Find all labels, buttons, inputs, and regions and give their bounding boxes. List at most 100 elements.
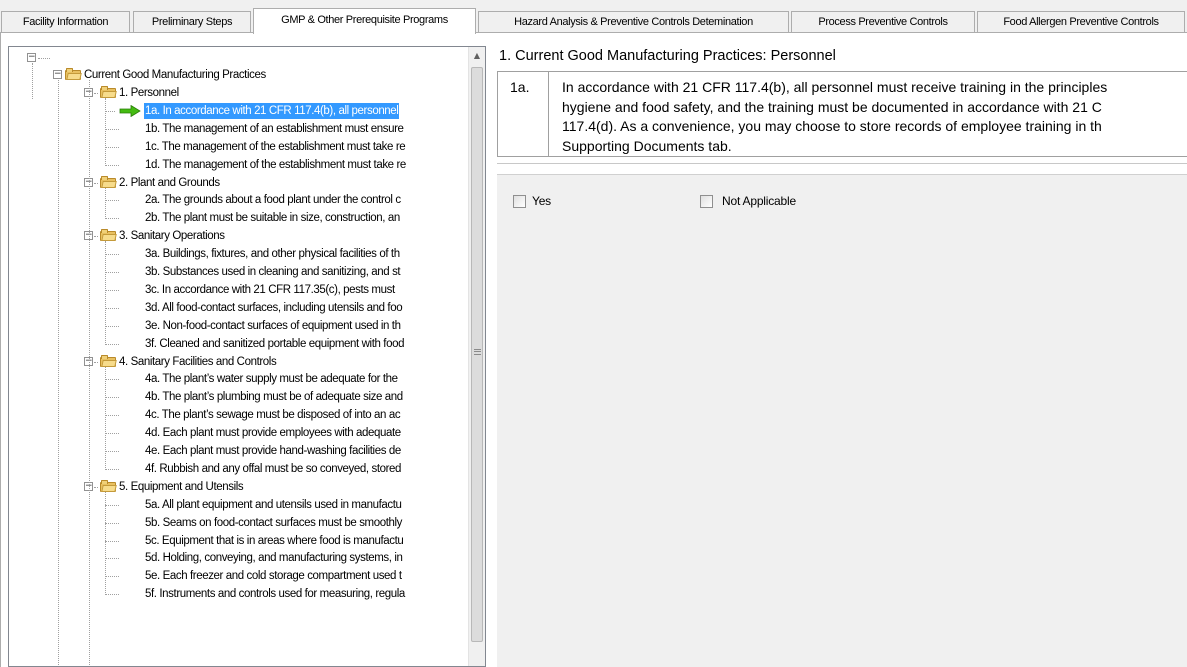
yes-label[interactable]: Yes bbox=[532, 194, 551, 208]
green-arrow-icon bbox=[119, 104, 141, 117]
scrollbar-thumb[interactable] bbox=[471, 67, 483, 642]
tree-line bbox=[105, 522, 119, 524]
folder-open-icon bbox=[100, 354, 117, 367]
tree-group-label[interactable]: 2. Plant and Grounds bbox=[119, 175, 220, 191]
question-text-line: Supporting Documents tab. bbox=[562, 137, 732, 154]
tree-item[interactable]: 1d. The management of the establishment … bbox=[145, 157, 406, 173]
tree-item[interactable]: 4f. Rubbish and any offal must be so con… bbox=[145, 461, 401, 477]
tree-item[interactable]: 3b. Substances used in cleaning and sani… bbox=[145, 264, 401, 280]
tree-group-label[interactable]: 1. Personnel bbox=[119, 85, 179, 101]
tree-line bbox=[105, 128, 119, 130]
tree-item[interactable]: 3c. In accordance with 21 CFR 117.35(c),… bbox=[145, 282, 395, 298]
tree-item[interactable]: 5d. Holding, conveying, and manufacturin… bbox=[145, 550, 403, 566]
tree-line bbox=[105, 241, 106, 345]
tree-line bbox=[105, 415, 119, 417]
tree-line bbox=[105, 468, 119, 470]
tree-line bbox=[105, 164, 119, 166]
tree-line bbox=[105, 504, 119, 506]
tree-item[interactable]: 3d. All food-contact surfaces, including… bbox=[145, 300, 403, 316]
tree-group-label[interactable]: 4. Sanitary Facilities and Controls bbox=[119, 354, 277, 370]
tree-line bbox=[105, 98, 106, 166]
tree-item[interactable]: 5f. Instruments and controls used for me… bbox=[145, 586, 405, 602]
tree-line bbox=[105, 218, 119, 220]
tree-line bbox=[105, 272, 119, 273]
scrollbar-grip-icon bbox=[474, 349, 481, 355]
tree-line bbox=[105, 146, 119, 148]
tree-item[interactable]: 4c. The plant’s sewage must be disposed … bbox=[145, 407, 401, 423]
tree-line bbox=[94, 361, 98, 363]
tree-line bbox=[105, 594, 119, 596]
tree-line bbox=[94, 93, 98, 94]
tab-hazard-analysis[interactable]: Hazard Analysis & Preventive Controls De… bbox=[478, 11, 789, 33]
tree-item[interactable]: 1c. The management of the establishment … bbox=[145, 139, 406, 155]
requirements-tree[interactable]: − − Current Good Manufacturing Practices −1… bbox=[8, 46, 486, 667]
tree-item[interactable]: 2a. The grounds about a food plant under… bbox=[145, 192, 401, 208]
tree-item[interactable]: 2b. The plant must be suitable in size, … bbox=[145, 210, 400, 226]
tree-item[interactable]: 4d. Each plant must provide employees wi… bbox=[145, 425, 401, 441]
tree-item[interactable]: 5c. Equipment that is in areas where foo… bbox=[145, 533, 404, 549]
tree-item[interactable]: 3a. Buildings, fixtures, and other physi… bbox=[145, 246, 400, 262]
tree-group-label[interactable]: 5. Equipment and Utensils bbox=[119, 479, 244, 495]
tree-line bbox=[38, 58, 50, 59]
category-collapse-icon[interactable]: − bbox=[53, 70, 62, 79]
folder-open-icon bbox=[100, 86, 117, 98]
tree-line bbox=[105, 343, 119, 345]
root-collapse-icon[interactable]: − bbox=[27, 53, 36, 62]
question-text-line: 117.4(d). As a convenience, you may choo… bbox=[562, 118, 1102, 134]
section-title: 1. Current Good Manufacturing Practices:… bbox=[499, 48, 836, 64]
tree-line bbox=[105, 397, 119, 399]
tree-line bbox=[105, 379, 119, 381]
tree-item-selected[interactable]: 1a. In accordance with 21 CFR 117.4(b), … bbox=[144, 102, 400, 119]
tree-line bbox=[94, 182, 98, 184]
tree-item[interactable]: 4e. Each plant must provide hand-washing… bbox=[145, 443, 401, 459]
tree-line bbox=[105, 451, 119, 452]
folder-open-icon bbox=[100, 479, 117, 492]
tree-line bbox=[32, 63, 33, 99]
question-text: In accordance with 21 CFR 117.4(b), all … bbox=[562, 78, 1187, 156]
tree-item[interactable]: 5e. Each freezer and cold storage compar… bbox=[145, 568, 402, 584]
tree-line bbox=[105, 540, 119, 542]
tree-line bbox=[105, 307, 119, 309]
question-number: 1a. bbox=[510, 79, 530, 95]
tree-line bbox=[105, 289, 119, 291]
tab-preliminary-steps[interactable]: Preliminary Steps bbox=[133, 11, 251, 33]
tree-line bbox=[105, 433, 119, 435]
question-number-cell: 1a. bbox=[498, 72, 549, 156]
folder-open-icon bbox=[65, 68, 82, 80]
tree-category-label[interactable]: Current Good Manufacturing Practices bbox=[84, 67, 266, 83]
tree-item[interactable]: 4a. The plant’s water supply must be ade… bbox=[145, 371, 398, 387]
tree-item[interactable]: 3e. Non-food-contact surfaces of equipme… bbox=[145, 318, 401, 334]
divider bbox=[497, 163, 1187, 164]
tree-line bbox=[105, 366, 106, 470]
tree-item[interactable]: 1b. The management of an establishment m… bbox=[145, 121, 404, 137]
tree-scrollbar[interactable]: ▲ bbox=[468, 47, 485, 666]
tree-line bbox=[105, 187, 106, 220]
not-applicable-checkbox[interactable] bbox=[700, 195, 713, 208]
tree-item[interactable]: 3f. Cleaned and sanitized portable equip… bbox=[145, 336, 404, 352]
tree-item[interactable]: 5b. Seams on food-contact surfaces must … bbox=[145, 515, 402, 531]
tab-facility-information[interactable]: Facility Information bbox=[1, 11, 130, 33]
question-box: 1a. In accordance with 21 CFR 117.4(b), … bbox=[497, 71, 1187, 157]
scroll-up-icon[interactable]: ▲ bbox=[469, 47, 485, 64]
question-text-line: In accordance with 21 CFR 117.4(b), all … bbox=[562, 79, 1108, 95]
tree-line bbox=[105, 254, 119, 256]
answer-area: Yes Not Applicable bbox=[497, 174, 1187, 667]
tab-process-preventive-controls[interactable]: Process Preventive Controls bbox=[791, 11, 975, 33]
tree-line bbox=[94, 486, 98, 488]
tree-line bbox=[94, 236, 98, 238]
tree-line bbox=[89, 80, 90, 666]
tree-group-label[interactable]: 3. Sanitary Operations bbox=[119, 228, 225, 244]
yes-checkbox[interactable] bbox=[513, 195, 526, 208]
tab-food-allergen-preventive-controls[interactable]: Food Allergen Preventive Controls bbox=[977, 11, 1185, 33]
tree-line bbox=[105, 325, 119, 327]
tree-line bbox=[105, 491, 106, 596]
tree-line bbox=[105, 110, 115, 112]
tree-item[interactable]: 5a. All plant equipment and utensils use… bbox=[145, 497, 402, 513]
question-text-line: hygiene and food safety, and the trainin… bbox=[562, 98, 1102, 115]
tree-item[interactable]: 4b. The plant’s plumbing must be of adeq… bbox=[145, 389, 403, 405]
tab-gmp-prerequisite-programs[interactable]: GMP & Other Prerequisite Programs bbox=[253, 8, 476, 34]
tree-line bbox=[58, 80, 59, 666]
not-applicable-label[interactable]: Not Applicable bbox=[722, 194, 796, 208]
tree-line bbox=[105, 200, 119, 202]
tree-line bbox=[105, 558, 119, 560]
